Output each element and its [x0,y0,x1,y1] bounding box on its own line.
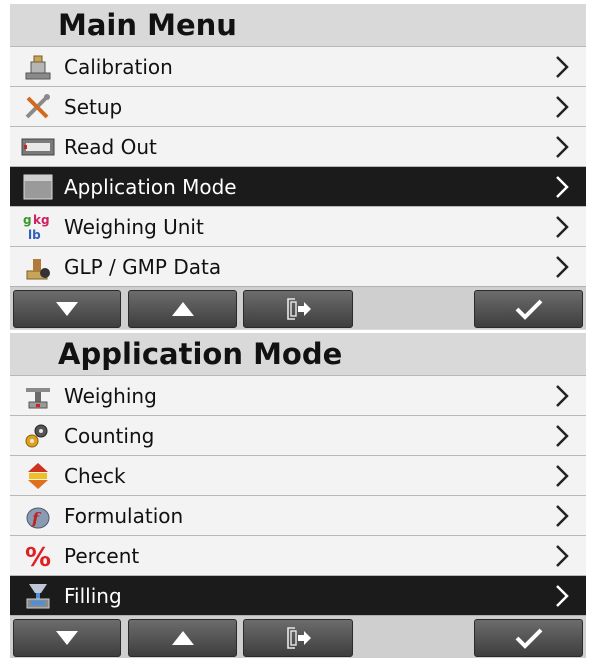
chevron-right-icon [556,425,569,447]
menu-item-label: Filling [64,583,122,608]
menu-item-percent[interactable]: % Percent [10,535,586,575]
menu-item-filling[interactable]: Filling [10,575,586,615]
glp-gmp-data-icon [16,252,60,282]
exit-button[interactable] [243,290,353,328]
formulation-icon: f [16,501,60,531]
exit-door-icon [287,627,311,649]
percent-icon: % [16,541,60,571]
down-button[interactable] [13,290,121,328]
menu-item-read-out[interactable]: Read Out [10,126,586,166]
application-mode-panel: Application Mode Weighing Counting Check… [10,333,586,658]
menu-item-label: Counting [64,423,155,448]
chevron-right-icon [556,505,569,527]
chevron-right-icon [556,216,569,238]
application-mode-icon [16,172,60,202]
calibration-icon [16,52,60,82]
filling-icon [16,581,60,611]
weighing-icon [16,381,60,411]
svg-text:lb: lb [28,228,41,242]
arrow-down-icon [56,631,78,645]
setup-tools-icon [16,92,60,122]
menu-item-label: Setup [64,94,123,119]
check-icon [16,461,60,491]
counting-icon [16,421,60,451]
menu-item-weighing-unit[interactable]: g kg lb Weighing Unit [10,206,586,246]
svg-text:kg: kg [33,213,50,227]
menu-item-application-mode[interactable]: Application Mode [10,166,586,206]
accept-button[interactable] [474,619,583,657]
chevron-right-icon [556,136,569,158]
menu-item-weighing[interactable]: Weighing [10,375,586,415]
menu-item-label: Weighing Unit [64,214,204,239]
chevron-right-icon [556,56,569,78]
main-menu-title: Main Menu [10,4,586,46]
chevron-right-icon [556,465,569,487]
svg-text:g: g [23,213,32,227]
chevron-right-icon [556,545,569,567]
arrow-down-icon [56,302,78,316]
up-button[interactable] [128,619,237,657]
menu-item-label: Read Out [64,134,157,159]
svg-text:%: % [25,543,51,570]
menu-item-counting[interactable]: Counting [10,415,586,455]
menu-item-glp-gmp-data[interactable]: GLP / GMP Data [10,246,586,286]
accept-button[interactable] [474,290,583,328]
arrow-up-icon [171,631,194,645]
down-button[interactable] [13,619,121,657]
menu-item-label: GLP / GMP Data [64,254,222,279]
chevron-right-icon [556,176,569,198]
checkmark-icon [515,628,542,649]
menu-item-check[interactable]: Check [10,455,586,495]
menu-item-label: Weighing [64,383,157,408]
chevron-right-icon [556,256,569,278]
main-menu-list: Calibration Setup Read Out Application M… [10,46,586,286]
up-button[interactable] [128,290,237,328]
menu-item-label: Formulation [64,503,184,528]
main-menu-panel: Main Menu Calibration Setup Read Out App… [10,4,586,330]
application-mode-list: Weighing Counting Check f Formulation % … [10,375,586,615]
menu-item-label: Application Mode [64,174,237,199]
softkey-bar [10,615,586,658]
menu-item-calibration[interactable]: Calibration [10,46,586,86]
menu-item-setup[interactable]: Setup [10,86,586,126]
menu-item-formulation[interactable]: f Formulation [10,495,586,535]
chevron-right-icon [556,96,569,118]
checkmark-icon [515,299,542,320]
chevron-right-icon [556,385,569,407]
menu-item-label: Percent [64,543,140,568]
arrow-up-icon [171,302,194,316]
chevron-right-icon [556,585,569,607]
menu-item-label: Calibration [64,54,173,79]
exit-door-icon [287,298,311,320]
readout-display-icon [16,132,60,162]
exit-button[interactable] [243,619,353,657]
menu-item-label: Check [64,463,126,488]
softkey-bar [10,286,586,329]
weighing-unit-icon: g kg lb [16,212,60,242]
application-mode-title: Application Mode [10,333,586,375]
